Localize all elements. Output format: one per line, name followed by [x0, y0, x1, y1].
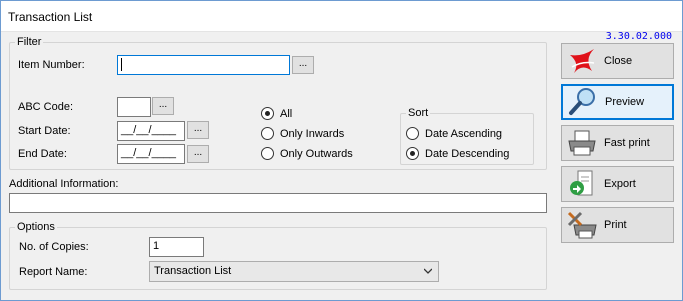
item-number-browse-button[interactable]: ... [292, 56, 314, 74]
start-date-label: Start Date: [18, 125, 71, 137]
radio-only-outwards-label: Only Outwards [280, 147, 353, 160]
close-icon [570, 49, 595, 73]
text-caret [121, 58, 122, 71]
radio-only-inwards-label: Only Inwards [280, 127, 345, 140]
radio-date-ascending[interactable]: Date Ascending [406, 127, 502, 140]
copies-input[interactable]: 1 [149, 237, 204, 257]
print-button-label: Print [604, 219, 627, 231]
report-name-select[interactable]: Transaction List [149, 261, 439, 282]
radio-circle [406, 127, 419, 140]
radio-circle-selected [406, 147, 419, 160]
radio-only-inwards[interactable]: Only Inwards [261, 127, 344, 140]
abc-code-input[interactable] [117, 97, 151, 117]
start-date-input[interactable]: __/__/____ [117, 121, 185, 141]
end-date-label: End Date: [18, 148, 67, 160]
additional-info-input[interactable] [9, 193, 547, 213]
window-title: Transaction List [8, 10, 93, 24]
radio-only-outwards[interactable]: Only Outwards [261, 147, 353, 160]
radio-all-label: All [280, 107, 293, 120]
version-label: 3.30.02.000 [605, 31, 672, 42]
additional-info-label: Additional Information: [9, 178, 119, 190]
print-setup-icon [567, 211, 597, 239]
export-button-label: Export [604, 178, 636, 190]
close-button-label: Close [604, 55, 633, 67]
filter-group-label: Filter [15, 36, 44, 48]
end-date-browse-button[interactable]: ... [187, 145, 209, 163]
abc-code-browse-button[interactable]: ... [152, 97, 174, 115]
item-number-input[interactable] [117, 55, 290, 75]
radio-date-descending[interactable]: Date Descending [406, 147, 509, 160]
radio-date-descending-label: Date Descending [425, 147, 510, 160]
fast-print-button[interactable]: Fast print [561, 125, 674, 161]
report-name-label: Report Name: [19, 266, 88, 278]
export-icon [570, 170, 593, 196]
radio-circle [261, 147, 274, 160]
printer-icon [568, 130, 596, 156]
title-bar: Transaction List [1, 1, 682, 32]
options-group-label: Options [15, 221, 57, 233]
print-button[interactable]: Print [561, 207, 674, 243]
magnifier-icon [569, 88, 595, 115]
radio-circle-selected [261, 107, 274, 120]
chevron-down-icon [424, 268, 432, 274]
item-number-label: Item Number: [18, 59, 85, 71]
radio-date-ascending-label: Date Ascending [425, 127, 503, 140]
fast-print-button-label: Fast print [604, 137, 650, 149]
radio-circle [261, 127, 274, 140]
preview-button-label: Preview [605, 96, 645, 108]
sort-group-label: Sort [406, 107, 431, 119]
export-button[interactable]: Export [561, 166, 674, 202]
report-name-value: Transaction List [154, 265, 232, 277]
transaction-list-window: Transaction List 3.30.02.000 Filter Item… [0, 0, 683, 301]
preview-button[interactable]: Preview [561, 84, 674, 120]
start-date-browse-button[interactable]: ... [187, 121, 209, 139]
abc-code-label: ABC Code: [18, 101, 74, 113]
radio-all[interactable]: All [261, 107, 292, 120]
copies-label: No. of Copies: [19, 241, 89, 253]
end-date-input[interactable]: __/__/____ [117, 144, 185, 164]
close-button[interactable]: Close [561, 43, 674, 79]
